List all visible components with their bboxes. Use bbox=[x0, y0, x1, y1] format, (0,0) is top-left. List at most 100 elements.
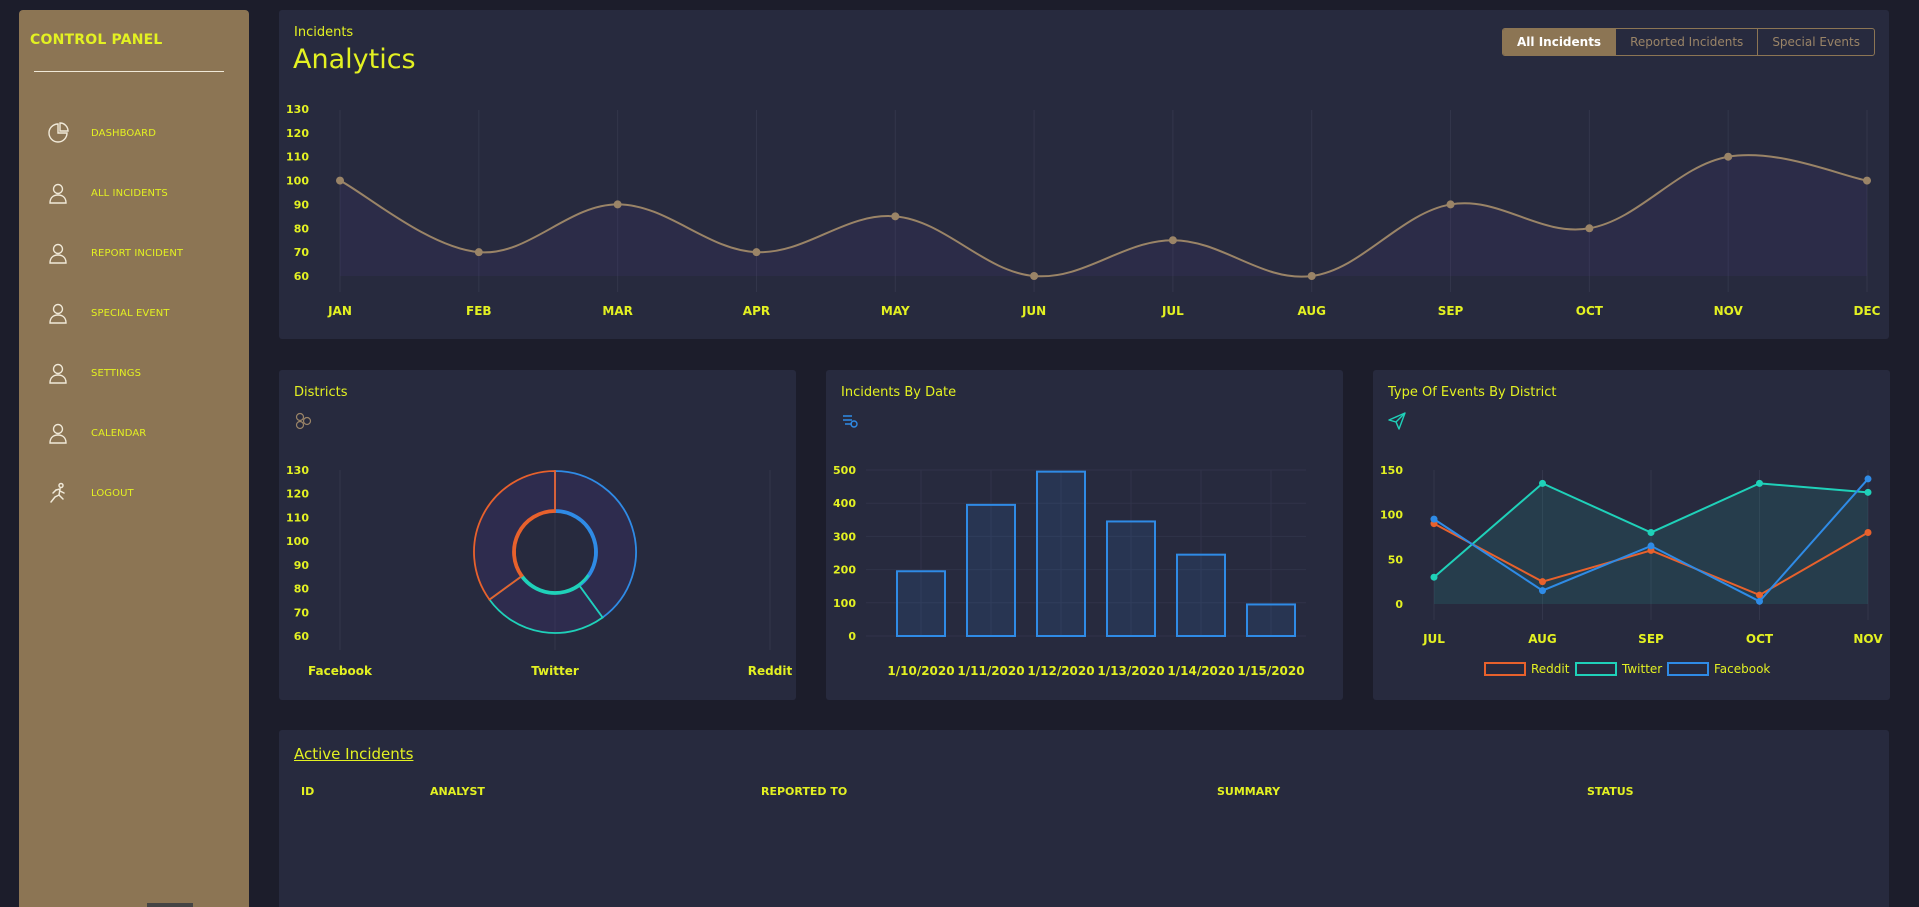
legend-swatch bbox=[1484, 662, 1526, 676]
legend-swatch bbox=[1667, 662, 1709, 676]
districts-doughnut-chart: 60 70 80 90 100 110 120 130 Facebook Twitter Reddi… bbox=[286, 464, 793, 678]
y-tick-label: 70 bbox=[294, 246, 310, 259]
x-tick-label: JUL bbox=[1422, 632, 1445, 646]
legend-label: Facebook bbox=[1714, 662, 1770, 676]
x-tick-label: Reddit bbox=[748, 664, 793, 678]
x-tick-label: 1/10/2020 bbox=[887, 664, 954, 678]
y-tick-label: 110 bbox=[286, 151, 309, 164]
bar bbox=[896, 570, 946, 637]
data-point bbox=[1168, 236, 1177, 245]
x-tick-label: NOV bbox=[1714, 304, 1744, 318]
x-tick-label: AUG bbox=[1297, 304, 1326, 318]
x-tick-label: DEC bbox=[1854, 304, 1881, 318]
x-tick-label: MAR bbox=[602, 304, 632, 318]
column-header-status[interactable]: STATUS bbox=[1587, 785, 1634, 798]
analytics-line-chart: JAN FEB MAR APR MAY JUN JUL AUG SEP OCT NOV DEC 60 70… bbox=[286, 103, 1881, 318]
data-point bbox=[1307, 272, 1316, 280]
data-point bbox=[1539, 479, 1546, 487]
sidebar-item-settings[interactable]: SETTINGS bbox=[19, 343, 249, 403]
column-header-analyst[interactable]: ANALYST bbox=[430, 785, 485, 798]
sidebar-item-label: DASHBOARD bbox=[91, 127, 157, 139]
legend-label: Reddit bbox=[1531, 662, 1570, 676]
sidebar-item-label: ALL INCIDENTS bbox=[91, 187, 168, 199]
data-point bbox=[1430, 573, 1438, 581]
x-tick-label: FEB bbox=[466, 304, 492, 318]
y-tick-label: 100 bbox=[286, 535, 309, 548]
user-icon bbox=[46, 361, 70, 385]
data-point bbox=[1585, 224, 1594, 233]
data-point bbox=[752, 248, 761, 257]
running-person-icon bbox=[46, 481, 70, 505]
y-tick-label: 300 bbox=[833, 530, 856, 543]
column-header-summary[interactable]: SUMMARY bbox=[1217, 785, 1280, 798]
y-tick-label: 500 bbox=[833, 464, 856, 477]
column-header-id[interactable]: ID bbox=[301, 785, 314, 798]
data-point bbox=[1756, 479, 1763, 487]
data-point bbox=[1430, 515, 1438, 523]
user-icon bbox=[46, 421, 70, 445]
y-tick-label: 90 bbox=[294, 559, 310, 572]
x-tick-label: 1/13/2020 bbox=[1097, 664, 1164, 678]
horizontal-scrollbar-thumb[interactable] bbox=[147, 903, 193, 907]
user-icon bbox=[46, 241, 70, 265]
x-tick-label: Twitter bbox=[531, 664, 579, 678]
bar bbox=[1036, 470, 1086, 637]
data-point bbox=[474, 248, 483, 257]
x-tick-label: OCT bbox=[1746, 632, 1774, 646]
x-tick-label: 1/12/2020 bbox=[1027, 664, 1094, 678]
x-tick-label: JAN bbox=[327, 304, 352, 318]
x-tick-label: 1/15/2020 bbox=[1237, 664, 1304, 678]
x-tick-label: JUL bbox=[1161, 304, 1184, 318]
sidebar-item-logout[interactable]: LOGOUT bbox=[19, 463, 249, 523]
y-tick-label: 100 bbox=[833, 597, 856, 610]
type-of-events-line-chart: 0 50 100 150 JUL AUG SEP OCT NOV Reddit Twitter Fac… bbox=[1380, 464, 1883, 676]
active-incidents-card: Active Incidents ID ANALYST REPORTED TO … bbox=[279, 730, 1889, 907]
sidebar: CONTROL PANEL DASHBOARD ALL INCIDENTS RE… bbox=[19, 10, 249, 907]
y-tick-label: 120 bbox=[286, 127, 309, 140]
data-point bbox=[1724, 152, 1733, 161]
y-tick-label: 400 bbox=[833, 497, 856, 510]
sidebar-item-label: LOGOUT bbox=[91, 487, 134, 499]
sidebar-item-report-incident[interactable]: REPORT INCIDENT bbox=[19, 223, 249, 283]
x-tick-label: AUG bbox=[1528, 632, 1557, 646]
data-point bbox=[1539, 578, 1546, 586]
x-tick-label: JUN bbox=[1021, 304, 1046, 318]
sidebar-item-special-event[interactable]: SPECIAL EVENT bbox=[19, 283, 249, 343]
data-point bbox=[1864, 475, 1872, 483]
sidebar-item-dashboard[interactable]: DASHBOARD bbox=[19, 103, 249, 163]
y-tick-label: 100 bbox=[1380, 509, 1403, 522]
data-point bbox=[891, 212, 900, 221]
bar bbox=[1176, 553, 1226, 637]
data-point bbox=[1539, 587, 1546, 595]
active-incidents-title[interactable]: Active Incidents bbox=[294, 745, 413, 763]
legend-label: Twitter bbox=[1621, 662, 1662, 676]
sidebar-nav: DASHBOARD ALL INCIDENTS REPORT INCIDENT … bbox=[19, 103, 249, 523]
sidebar-item-calendar[interactable]: CALENDAR bbox=[19, 403, 249, 463]
y-tick-label: 100 bbox=[286, 175, 309, 188]
sidebar-item-all-incidents[interactable]: ALL INCIDENTS bbox=[19, 163, 249, 223]
y-tick-label: 200 bbox=[833, 564, 856, 577]
x-tick-label: 1/14/2020 bbox=[1167, 664, 1234, 678]
y-tick-label: 120 bbox=[286, 488, 309, 501]
type-of-events-card: Type Of Events By District 0 50 100 150 JUL A… bbox=[1373, 370, 1890, 700]
x-tick-label: SEP bbox=[1638, 632, 1664, 646]
y-tick-label: 0 bbox=[848, 630, 856, 643]
x-tick-label: OCT bbox=[1576, 304, 1604, 318]
y-tick-label: 50 bbox=[1388, 553, 1404, 566]
sidebar-item-label: SETTINGS bbox=[91, 367, 142, 379]
data-point bbox=[1647, 542, 1655, 550]
x-tick-label: 1/11/2020 bbox=[957, 664, 1024, 678]
bar bbox=[1106, 520, 1156, 638]
bar bbox=[966, 503, 1016, 637]
incidents-by-date-card: Incidents By Date 0 100 200 300 400 500 1/10/2… bbox=[826, 370, 1343, 700]
y-tick-label: 130 bbox=[286, 464, 309, 477]
data-point bbox=[1647, 529, 1655, 537]
bar bbox=[1246, 603, 1296, 638]
data-point bbox=[1863, 176, 1871, 185]
incidents-by-date-bar-chart: 0 100 200 300 400 500 1/10/2020 1/11/2020 1/12/2… bbox=[833, 464, 1306, 678]
y-tick-label: 0 bbox=[1395, 598, 1403, 611]
sidebar-item-label: SPECIAL EVENT bbox=[91, 307, 170, 319]
column-header-reported-to[interactable]: REPORTED TO bbox=[761, 785, 847, 798]
y-tick-label: 150 bbox=[1380, 464, 1403, 477]
data-point bbox=[613, 200, 622, 209]
